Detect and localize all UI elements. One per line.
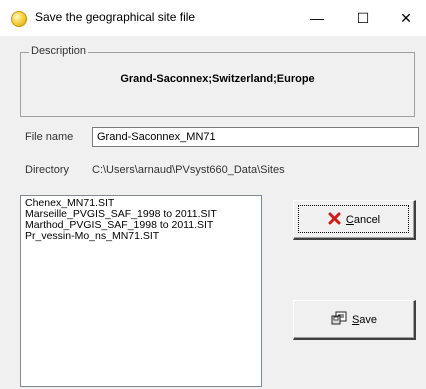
list-item[interactable]: Pr_vessin-Mo_ns_MN71.SIT xyxy=(25,231,257,242)
minimize-button[interactable]: — xyxy=(294,0,340,36)
cancel-button[interactable]: Cancel xyxy=(293,200,416,240)
save-label-rest: ave xyxy=(359,313,378,326)
directory-label: Directory xyxy=(25,164,70,176)
save-label: Save xyxy=(352,314,377,326)
file-name-input[interactable] xyxy=(92,127,419,147)
save-site-dialog: Save the geographical site file — ☐ ✕ De… xyxy=(0,0,426,389)
directory-path: C:\Users\arnaud\PVsyst660_Data\Sites xyxy=(92,164,285,176)
description-legend: Description xyxy=(29,45,89,57)
focus-rectangle xyxy=(298,205,409,233)
file-list[interactable]: Chenex_MN71.SIT Marseille_PVGIS_SAF_1998… xyxy=(20,195,262,387)
save-button[interactable]: Save xyxy=(293,300,416,340)
description-group: Description Grand-Saconnex;Switzerland;E… xyxy=(20,45,415,117)
file-name-label: File name xyxy=(25,131,74,143)
save-disk-icon xyxy=(331,311,347,328)
close-button[interactable]: ✕ xyxy=(386,0,426,36)
sun-icon xyxy=(11,11,27,27)
description-value: Grand-Saconnex;Switzerland;Europe xyxy=(120,73,315,85)
window-title: Save the geographical site file xyxy=(35,10,196,24)
maximize-button[interactable]: ☐ xyxy=(340,0,386,36)
title-bar: Save the geographical site file — ☐ ✕ xyxy=(0,0,426,36)
